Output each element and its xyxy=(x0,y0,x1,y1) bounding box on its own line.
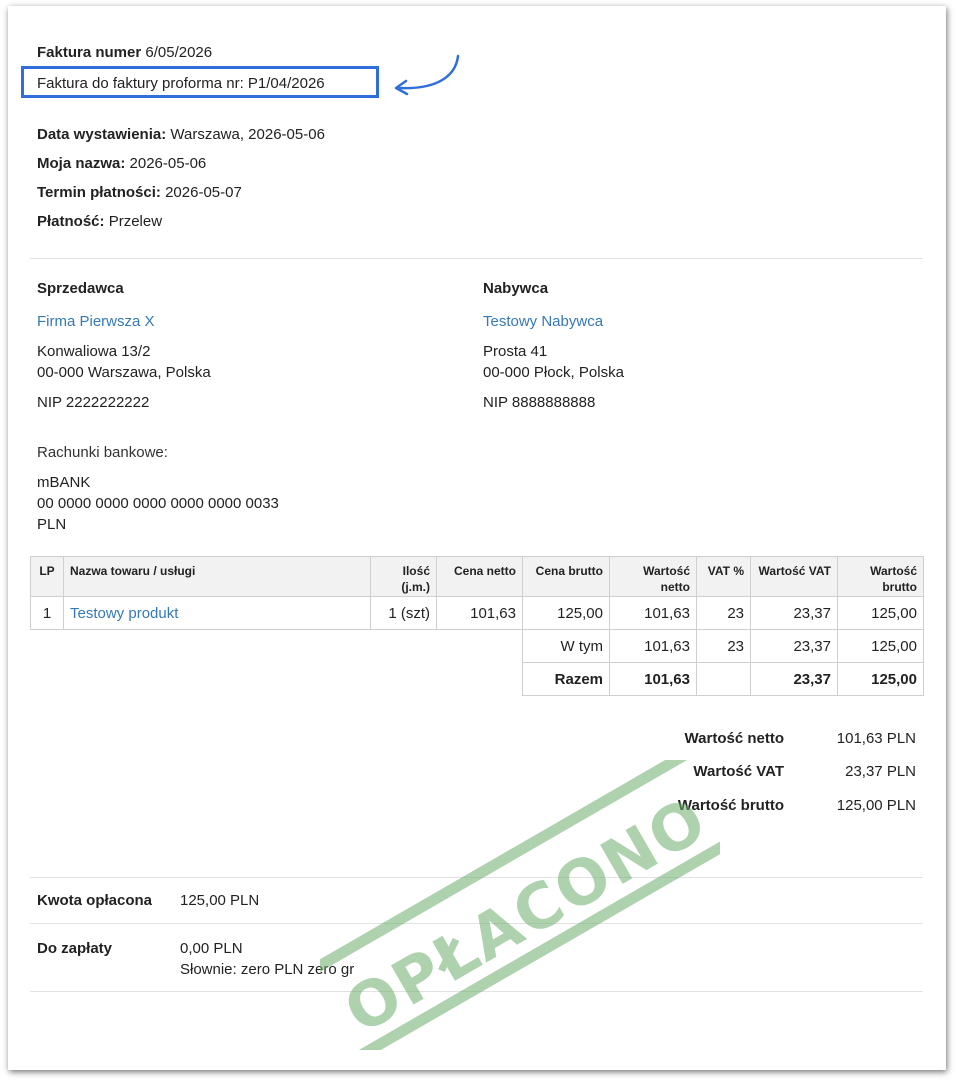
amount-due-value: 0,00 PLN xyxy=(180,940,243,957)
col-net-value: Wartość netto xyxy=(609,556,697,597)
payment-method-row: Płatność: Przelew xyxy=(37,213,162,231)
summary-vat-value: 23,37 PLN xyxy=(845,763,916,780)
divider xyxy=(30,258,923,259)
subtotal-row: W tym 101,63 23 23,37 125,00 xyxy=(31,629,924,663)
seller-heading: Sprzedawca xyxy=(37,280,124,297)
buyer-name-link[interactable]: Testowy Nabywca xyxy=(483,313,603,331)
summary-vat-label: Wartość VAT xyxy=(693,763,784,780)
col-vat-rate: VAT % xyxy=(696,556,751,597)
buyer-nip: NIP 8888888888 xyxy=(483,394,596,411)
cell-lp: 1 xyxy=(30,596,64,630)
buyer-street: Prosta 41 xyxy=(483,343,548,360)
col-qty: Ilość (j.m.) xyxy=(370,556,437,597)
meta-value: Warszawa, 2026-05-06 xyxy=(170,126,325,143)
buyer-city: 00-000 Płock, Polska xyxy=(483,364,624,381)
meta-value: 2026-05-06 xyxy=(129,155,207,172)
col-gross-value-line1: Wartość xyxy=(870,564,917,578)
col-gross-value: Wartość brutto xyxy=(837,556,924,597)
col-net-value-line2: netto xyxy=(660,580,690,594)
divider xyxy=(30,923,923,924)
subtotal-gross-value: 125,00 xyxy=(837,629,924,663)
table-header-row: LP Nazwa towaru / usługi Ilość (j.m.) Cen… xyxy=(30,556,924,597)
pointer-arrow-icon xyxy=(394,54,460,96)
col-name: Nazwa towaru / usługi xyxy=(63,556,371,597)
bank-account-number: 00 0000 0000 0000 0000 0000 0033 xyxy=(37,495,279,512)
paid-amount-value: 125,00 PLN xyxy=(180,892,260,909)
seller-street: Konwaliowa 13/2 xyxy=(37,343,151,360)
bank-name: mBANK xyxy=(37,474,91,491)
total-net-value: 101,63 xyxy=(609,662,697,696)
summary-net-value: 101,63 PLN xyxy=(836,730,916,747)
issue-date-row: Data wystawienia: Warszawa, 2026-05-06 xyxy=(37,126,325,144)
meta-label: Data wystawienia: xyxy=(37,126,167,143)
invoice-number-value: 6/05/2026 xyxy=(145,44,213,61)
col-net-price: Cena netto xyxy=(436,556,523,597)
cell-net-price: 101,63 xyxy=(436,596,523,630)
summary-gross-label: Wartość brutto xyxy=(677,797,784,814)
payment-term-row: Termin płatności: 2026-05-07 xyxy=(37,184,242,202)
amount-in-words: Słownie: zero PLN zero gr xyxy=(180,961,355,978)
col-vat-value: Wartość VAT xyxy=(750,556,838,597)
col-lp: LP xyxy=(30,556,64,597)
paid-amount-label: Kwota opłacona xyxy=(37,892,153,909)
col-qty-line1: Ilość xyxy=(402,564,430,578)
total-vat-rate xyxy=(696,662,751,696)
summary-net-label: Wartość netto xyxy=(684,730,784,747)
total-row: Razem 101,63 23,37 125,00 xyxy=(31,662,924,696)
cell-vat-value: 23,37 xyxy=(750,596,838,630)
seller-city: 00-000 Warszawa, Polska xyxy=(37,364,211,381)
cell-net-value: 101,63 xyxy=(609,596,697,630)
cell-vat-rate: 23 xyxy=(696,596,751,630)
subtotal-label: W tym xyxy=(522,629,610,663)
meta-value: Przelew xyxy=(108,213,163,230)
subtotal-net-value: 101,63 xyxy=(609,629,697,663)
bank-accounts-heading: Rachunki bankowe: xyxy=(37,444,168,461)
amount-due-label: Do zapłaty xyxy=(37,940,113,957)
col-gross-price: Cena brutto xyxy=(522,556,610,597)
total-vat-value: 23,37 xyxy=(750,662,838,696)
table-row: 1 Testowy produkt 1 (szt) 101,63 125,00 … xyxy=(30,596,924,630)
summary-gross-value: 125,00 PLN xyxy=(836,797,916,814)
cell-qty: 1 (szt) xyxy=(370,596,437,630)
seller-name-link[interactable]: Firma Pierwsza X xyxy=(37,313,155,331)
col-qty-line2: (j.m.) xyxy=(401,580,430,594)
col-net-value-line1: Wartość xyxy=(643,564,690,578)
meta-label: Termin płatności: xyxy=(37,184,161,201)
divider xyxy=(30,877,923,878)
invoice-number: Faktura numer 6/05/2026 xyxy=(37,44,212,62)
seller-nip: NIP 2222222222 xyxy=(37,394,150,411)
buyer-heading: Nabywca xyxy=(483,280,549,297)
items-table: LP Nazwa towaru / usługi Ilość (j.m.) Cen… xyxy=(30,556,924,696)
cell-gross-price: 125,00 xyxy=(522,596,610,630)
invoice-number-label: Faktura numer xyxy=(37,44,142,61)
total-label: Razem xyxy=(522,662,610,696)
divider xyxy=(30,991,923,992)
product-name-link[interactable]: Testowy produkt xyxy=(63,596,371,630)
meta-label: Moja nazwa: xyxy=(37,155,126,172)
meta-value: 2026-05-07 xyxy=(165,184,242,201)
subtotal-vat-rate: 23 xyxy=(696,629,751,663)
highlight-box xyxy=(21,66,379,98)
my-name-row: Moja nazwa: 2026-05-06 xyxy=(37,155,206,173)
bank-currency: PLN xyxy=(37,516,67,533)
meta-label: Płatność: xyxy=(37,213,105,230)
total-gross-value: 125,00 xyxy=(837,662,924,696)
subtotal-vat-value: 23,37 xyxy=(750,629,838,663)
cell-gross-value: 125,00 xyxy=(837,596,924,630)
col-gross-value-line2: brutto xyxy=(882,580,917,594)
